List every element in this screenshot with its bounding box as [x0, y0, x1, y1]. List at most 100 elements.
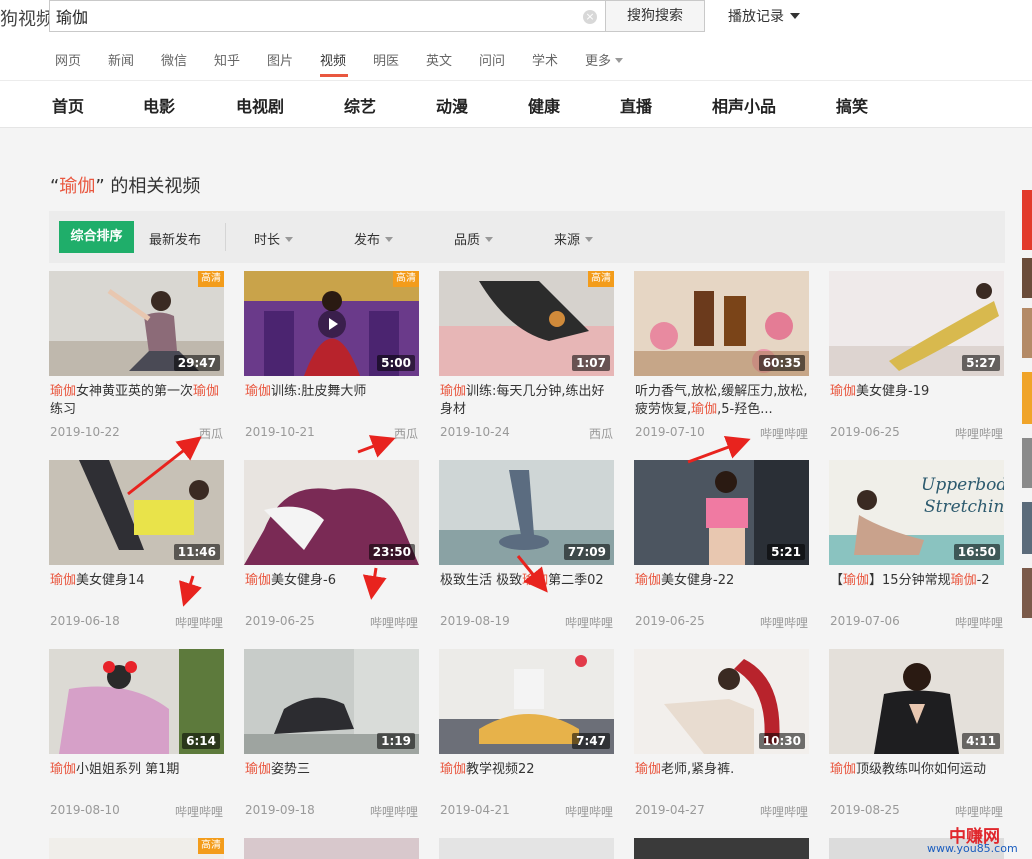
sort-latest-button[interactable]: 最新发布: [149, 229, 201, 248]
video-thumbnail-partial[interactable]: [244, 838, 419, 859]
video-title[interactable]: 瑜伽训练:每天几分钟,练出好身材: [440, 383, 614, 421]
video-thumbnail-partial[interactable]: 高清: [49, 838, 224, 859]
video-card[interactable]: 10:30 瑜伽老师,紧身裤. 2019-04-27 哔哩哔哩: [634, 649, 809, 829]
video-card[interactable]: 23:50 瑜伽美女健身-6 2019-06-25 哔哩哔哩: [244, 460, 419, 640]
video-source[interactable]: 哔哩哔哩: [955, 425, 1003, 442]
channel-tab-6[interactable]: 明医: [373, 50, 399, 69]
channel-tab-5[interactable]: 视频: [320, 50, 346, 69]
video-thumbnail[interactable]: 6:14: [49, 649, 224, 754]
play-icon[interactable]: [318, 310, 346, 338]
category-item-1[interactable]: 电影: [143, 93, 175, 117]
category-item-6[interactable]: 直播: [620, 93, 652, 117]
video-thumbnail[interactable]: 4:11: [829, 649, 1004, 754]
video-card[interactable]: 60:35 听力香气,放松,缓解压力,放松,疲劳恢复,瑜伽,5-羟色... 2019…: [634, 271, 809, 451]
video-thumbnail[interactable]: 23:50: [244, 460, 419, 565]
video-source[interactable]: 哔哩哔哩: [175, 614, 223, 631]
channel-tab-7[interactable]: 英文: [426, 50, 452, 69]
video-thumbnail[interactable]: UpperbodyStretching 16:50: [829, 460, 1004, 565]
video-card[interactable]: 1:19 瑜伽姿势三 2019-09-18 哔哩哔哩: [244, 649, 419, 829]
site-logo[interactable]: 狗视频: [0, 5, 54, 31]
search-box[interactable]: ×: [49, 0, 606, 32]
video-title[interactable]: 瑜伽老师,紧身裤.: [635, 761, 809, 799]
video-thumbnail[interactable]: 高清 1:07: [439, 271, 614, 376]
channel-tab-10[interactable]: 更多: [585, 50, 624, 69]
video-source[interactable]: 哔哩哔哩: [370, 614, 418, 631]
clear-icon[interactable]: ×: [583, 10, 597, 24]
sort-relevance-button[interactable]: 综合排序: [59, 221, 134, 253]
channel-tab-4[interactable]: 图片: [267, 50, 293, 69]
search-button[interactable]: 搜狗搜索: [606, 0, 705, 32]
video-source[interactable]: 哔哩哔哩: [955, 803, 1003, 820]
video-card[interactable]: 5:21 瑜伽美女健身-22 2019-06-25 哔哩哔哩: [634, 460, 809, 640]
video-title[interactable]: 极致生活 极致瑜伽第二季02: [440, 572, 614, 610]
video-card[interactable]: 7:47 瑜伽教学视频22 2019-04-21 哔哩哔哩: [439, 649, 614, 829]
video-title[interactable]: 瑜伽美女健身14: [50, 572, 224, 610]
video-source[interactable]: 哔哩哔哩: [565, 803, 613, 820]
channel-tab-3[interactable]: 知乎: [214, 50, 240, 69]
video-thumbnail[interactable]: 11:46: [49, 460, 224, 565]
video-thumbnail-partial[interactable]: [634, 838, 809, 859]
channel-tab-8[interactable]: 问问: [479, 50, 505, 69]
play-history-button[interactable]: 播放记录: [728, 6, 800, 26]
video-thumbnail[interactable]: 高清 29:47: [49, 271, 224, 376]
video-title[interactable]: 瑜伽美女健身-22: [635, 572, 809, 610]
filter-dropdown-1[interactable]: 发布: [354, 229, 394, 248]
category-item-7[interactable]: 相声小品: [712, 93, 776, 117]
video-title[interactable]: 瑜伽顶级教练叫你如何运动: [830, 761, 1004, 799]
video-card[interactable]: 4:11 瑜伽顶级教练叫你如何运动 2019-08-25 哔哩哔哩: [829, 649, 1004, 829]
video-source[interactable]: 哔哩哔哩: [760, 803, 808, 820]
video-source[interactable]: 西瓜: [394, 425, 418, 442]
filter-dropdown-3[interactable]: 来源: [554, 229, 594, 248]
filter-dropdown-0[interactable]: 时长: [254, 229, 294, 248]
filter-dropdown-2[interactable]: 品质: [454, 229, 494, 248]
video-source[interactable]: 哔哩哔哩: [760, 614, 808, 631]
category-item-3[interactable]: 综艺: [344, 93, 376, 117]
video-card[interactable]: UpperbodyStretching16:50【瑜伽】15分钟常规瑜伽-220…: [829, 460, 1004, 640]
caret-down-icon: [385, 237, 394, 242]
channel-tab-1[interactable]: 新闻: [108, 50, 134, 69]
video-title[interactable]: 瑜伽训练:肚皮舞大师: [245, 383, 419, 421]
video-card[interactable]: 77:09 极致生活 极致瑜伽第二季02 2019-08-19 哔哩哔哩: [439, 460, 614, 640]
category-item-8[interactable]: 搞笑: [836, 93, 868, 117]
video-source[interactable]: 哔哩哔哩: [370, 803, 418, 820]
video-card[interactable]: 高清 5:00 瑜伽训练:肚皮舞大师 2019-10-21 西瓜: [244, 271, 419, 451]
channel-tab-2[interactable]: 微信: [161, 50, 187, 69]
thumb-overlay-text-2: Stretching: [924, 497, 1004, 517]
video-title[interactable]: 瑜伽姿势三: [245, 761, 419, 799]
video-card[interactable]: 高清 29:47 瑜伽女神黄亚英的第一次瑜伽练习 2019-10-22 西瓜: [49, 271, 224, 451]
video-title[interactable]: 瑜伽美女健身-19: [830, 383, 1004, 421]
video-thumbnail[interactable]: 10:30: [634, 649, 809, 754]
video-thumbnail[interactable]: 77:09: [439, 460, 614, 565]
video-source[interactable]: 哔哩哔哩: [955, 614, 1003, 631]
video-card[interactable]: 6:14 瑜伽小姐姐系列 第1期 2019-08-10 哔哩哔哩: [49, 649, 224, 829]
video-thumbnail[interactable]: 60:35: [634, 271, 809, 376]
category-item-5[interactable]: 健康: [528, 93, 560, 117]
video-title[interactable]: 瑜伽美女健身-6: [245, 572, 419, 610]
video-source[interactable]: 西瓜: [589, 425, 613, 442]
category-item-0[interactable]: 首页: [52, 93, 84, 117]
video-thumbnail[interactable]: 5:27: [829, 271, 1004, 376]
video-title[interactable]: 听力香气,放松,缓解压力,放松,疲劳恢复,瑜伽,5-羟色...: [635, 383, 809, 421]
video-thumbnail[interactable]: 1:19: [244, 649, 419, 754]
video-thumbnail[interactable]: 7:47: [439, 649, 614, 754]
video-source[interactable]: 哔哩哔哩: [760, 425, 808, 442]
video-title[interactable]: 瑜伽小姐姐系列 第1期: [50, 761, 224, 799]
video-title[interactable]: 瑜伽女神黄亚英的第一次瑜伽练习: [50, 383, 224, 421]
video-thumbnail[interactable]: 高清 5:00: [244, 271, 419, 376]
video-card[interactable]: 5:27 瑜伽美女健身-19 2019-06-25 哔哩哔哩: [829, 271, 1004, 451]
video-thumbnail-partial[interactable]: [439, 838, 614, 859]
video-source[interactable]: 哔哩哔哩: [565, 614, 613, 631]
video-card[interactable]: 高清 1:07 瑜伽训练:每天几分钟,练出好身材 2019-10-24 西瓜: [439, 271, 614, 451]
video-thumbnail[interactable]: 5:21: [634, 460, 809, 565]
search-input[interactable]: [56, 5, 566, 27]
channel-tab-0[interactable]: 网页: [55, 50, 81, 69]
channel-tab-9[interactable]: 学术: [532, 50, 558, 69]
video-source[interactable]: 西瓜: [199, 425, 223, 442]
video-card[interactable]: 11:46 瑜伽美女健身14 2019-06-18 哔哩哔哩: [49, 460, 224, 640]
video-title[interactable]: 瑜伽教学视频22: [440, 761, 614, 799]
video-date: 2019-06-18: [50, 614, 120, 628]
video-title[interactable]: 【瑜伽】15分钟常规瑜伽-2: [830, 572, 1004, 610]
video-source[interactable]: 哔哩哔哩: [175, 803, 223, 820]
category-item-2[interactable]: 电视剧: [236, 93, 284, 117]
category-item-4[interactable]: 动漫: [436, 93, 468, 117]
